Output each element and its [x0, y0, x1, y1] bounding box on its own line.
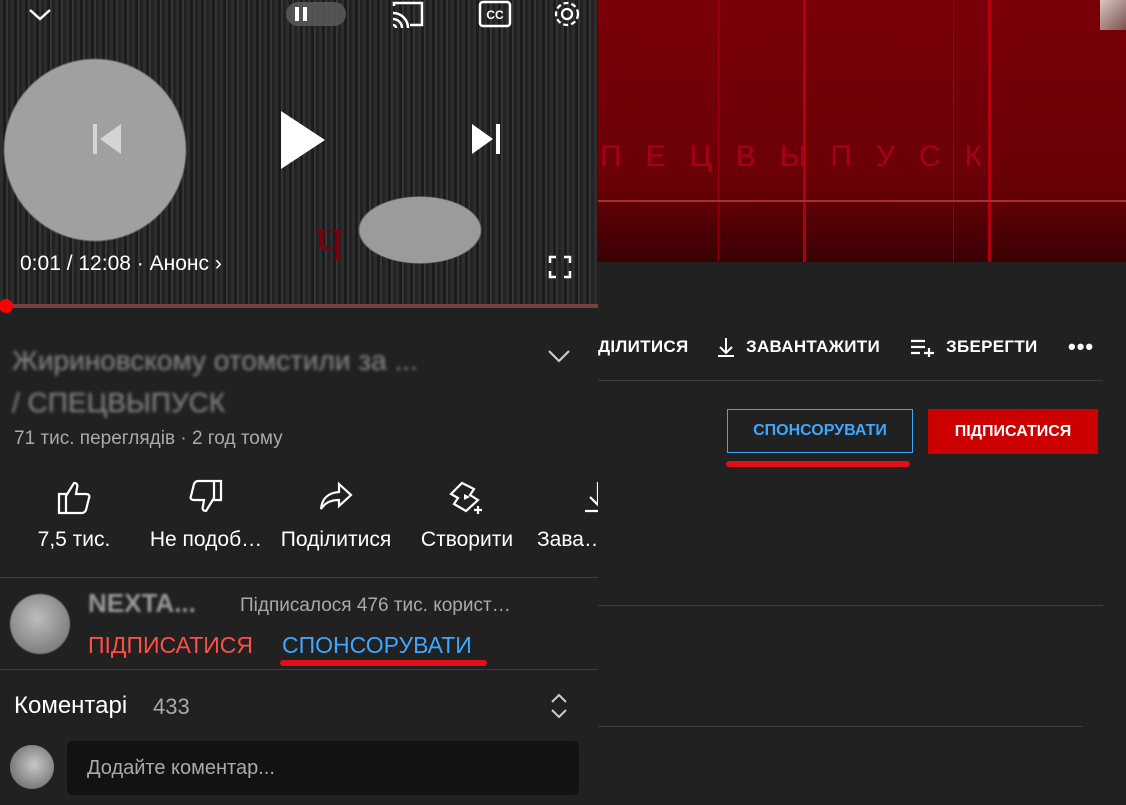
playlist-add-icon	[911, 339, 934, 357]
share-label: Поділитися	[280, 528, 392, 551]
banner-text: ПЕЦВЫПУСК	[600, 140, 1007, 173]
progress-bar[interactable]	[0, 299, 598, 313]
share-icon	[319, 481, 353, 510]
progress-scrubber[interactable]	[0, 299, 13, 313]
share-label: ДІЛИТИСЯ	[598, 337, 689, 356]
comments-title[interactable]: Коментарі	[14, 692, 127, 720]
more-actions-button[interactable]: •••	[1068, 334, 1094, 360]
svg-text:CC: CC	[486, 8, 504, 22]
download-icon	[585, 482, 598, 513]
like-count: 7,5 тис.	[37, 528, 111, 551]
dislike-label: Не подоб…	[149, 528, 263, 551]
divider	[598, 380, 1103, 381]
download-icon	[718, 338, 734, 357]
previous-icon[interactable]	[88, 120, 126, 158]
mobile-panel: CC Ч 0:01 / 12:08 · Анонс › Жириновскому…	[0, 0, 598, 805]
like-button[interactable]: 7,5 тис.	[14, 478, 134, 552]
fullscreen-icon[interactable]	[547, 254, 573, 280]
share-button[interactable]: ДІЛИТИСЯ	[598, 337, 688, 357]
more-icon: •••	[1068, 334, 1095, 359]
video-title[interactable]: Жириновскому отомстили за ... / СПЕЦВЫПУ…	[12, 340, 432, 424]
download-label: ЗАВАНТАЖИТИ	[746, 337, 880, 356]
view-count: 71 тис. переглядів · 2 год тому	[14, 428, 283, 449]
video-player[interactable]: CC Ч 0:01 / 12:08 · Анонс ›	[0, 0, 598, 306]
highlight-underline	[726, 461, 910, 467]
comments-count: 433	[153, 694, 190, 719]
pause-icon	[295, 7, 307, 21]
divider	[0, 577, 598, 578]
desktop-panel: ПЕЦВЫПУСК ДІЛИТИСЯ ЗАВАНТАЖИТИ ЗБЕРЕГТИ …	[598, 0, 1126, 805]
save-button[interactable]: ЗБЕРЕГТИ	[910, 337, 1038, 357]
subscribe-button[interactable]: ПІДПИСАТИСЯ	[928, 409, 1098, 454]
download-button[interactable]: Зава…	[537, 478, 598, 552]
subscribe-button[interactable]: ПІДПИСАТИСЯ	[88, 632, 253, 659]
subscriber-count: Підписалося 476 тис. корист…	[240, 595, 511, 616]
dislike-button[interactable]: Не подоб…	[146, 478, 266, 552]
video-overlay-letter: Ч	[315, 219, 345, 270]
playback-time[interactable]: 0:01 / 12:08 · Анонс ›	[20, 252, 222, 276]
download-label: Зава…	[537, 528, 598, 551]
expand-collapse-icon[interactable]	[548, 692, 570, 720]
create-button[interactable]: Створити	[407, 478, 527, 552]
banner-corner-image	[1100, 0, 1126, 30]
captions-icon[interactable]: CC	[478, 0, 512, 30]
sponsor-button[interactable]: СПОНСОРУВАТИ	[282, 632, 472, 659]
channel-name[interactable]: NEXTA...	[88, 588, 196, 619]
gear-icon[interactable]	[550, 0, 584, 30]
chevron-down-icon[interactable]	[28, 4, 52, 24]
thumbs-down-icon	[189, 479, 223, 513]
cast-icon[interactable]	[390, 0, 426, 30]
next-icon[interactable]	[468, 120, 506, 158]
divider	[0, 669, 598, 670]
divider	[598, 605, 1103, 606]
sponsor-button[interactable]: СПОНСОРУВАТИ	[727, 409, 913, 453]
user-avatar	[10, 745, 54, 789]
share-button[interactable]: Поділитися	[276, 478, 396, 552]
chevron-down-icon[interactable]	[547, 346, 571, 366]
autoplay-toggle[interactable]	[286, 2, 346, 26]
download-button[interactable]: ЗАВАНТАЖИТИ	[716, 336, 880, 358]
highlight-underline	[280, 660, 487, 666]
thumbs-up-icon	[57, 481, 91, 515]
divider	[598, 726, 1083, 727]
comment-input[interactable]	[67, 741, 579, 795]
channel-avatar[interactable]	[10, 594, 70, 654]
save-label: ЗБЕРЕГТИ	[946, 337, 1038, 356]
channel-banner: ПЕЦВЫПУСК	[598, 0, 1126, 262]
create-clip-icon	[449, 481, 482, 514]
play-icon[interactable]	[278, 108, 328, 172]
create-label: Створити	[420, 528, 514, 551]
